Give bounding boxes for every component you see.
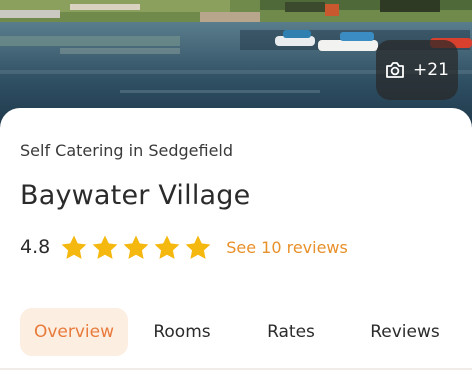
tab-overview[interactable]: Overview [20, 308, 128, 356]
photo-count-label: +21 [413, 60, 449, 80]
camera-icon [385, 61, 405, 79]
photo-gallery-button[interactable]: +21 [376, 40, 458, 100]
tab-reviews[interactable]: Reviews [350, 308, 460, 356]
star-icon [91, 234, 119, 261]
see-reviews-link[interactable]: See 10 reviews [226, 238, 348, 257]
breadcrumb: Self Catering in Sedgefield [20, 141, 234, 160]
star-rating [60, 234, 212, 261]
star-icon [122, 234, 150, 261]
star-icon [60, 234, 88, 261]
tab-rates[interactable]: Rates [248, 308, 334, 356]
star-icon [153, 234, 181, 261]
star-icon [184, 234, 212, 261]
property-card: Self Catering in Sedgefield Baywater Vil… [0, 108, 472, 370]
rating-row: 4.8 See 10 reviews [20, 231, 348, 263]
rating-score: 4.8 [20, 236, 51, 258]
tab-bar: Overview Rooms Rates Reviews [20, 308, 460, 356]
page-title: Baywater Village [20, 180, 251, 211]
tab-rooms[interactable]: Rooms [134, 308, 230, 356]
